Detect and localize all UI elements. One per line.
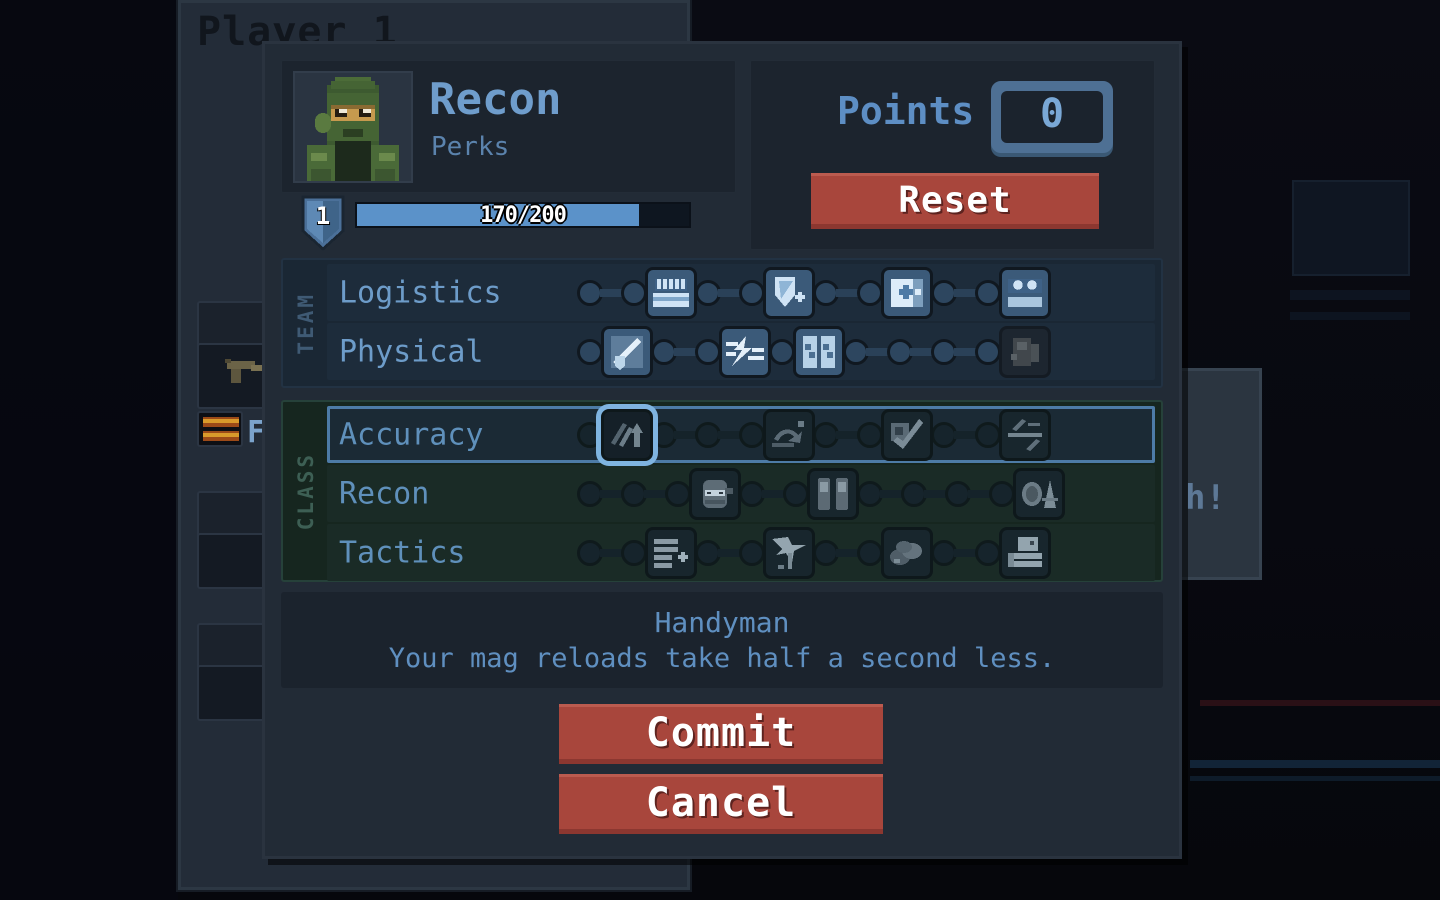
level-number: 1 — [315, 202, 331, 230]
perk-track — [577, 264, 1149, 321]
perk-description-body: Your mag reloads take half a second less… — [388, 643, 1056, 674]
body-armor-icon[interactable] — [793, 325, 845, 378]
class-rows: Accuracy Recon Tactics — [327, 406, 1155, 581]
shield-plus-icon[interactable] — [763, 266, 815, 319]
background-monitor — [1292, 180, 1410, 276]
perk-node[interactable] — [857, 279, 883, 306]
perk-row-accuracy[interactable]: Accuracy — [327, 406, 1155, 463]
perk-node[interactable] — [577, 338, 603, 365]
perk-node[interactable] — [975, 421, 1001, 448]
soldier-balaclava-portrait-icon — [295, 73, 411, 181]
scope-check-icon[interactable] — [881, 408, 933, 461]
perk-row-logistics[interactable]: Logistics — [327, 264, 1155, 321]
shield-sword-icon[interactable] — [601, 325, 653, 378]
perk-row-label: Physical — [339, 334, 484, 369]
cover-barricade-icon[interactable] — [999, 526, 1051, 579]
perk-node[interactable] — [857, 421, 883, 448]
medkit-icon[interactable] — [881, 266, 933, 319]
smoke-grenade-icon[interactable] — [881, 526, 933, 579]
background-blue-line-2 — [1190, 776, 1440, 781]
background-red-line — [1200, 700, 1440, 706]
recoil-icon[interactable] — [763, 408, 815, 461]
points-value: 0 — [1039, 91, 1065, 137]
perk-row-recon[interactable]: Recon — [327, 465, 1155, 522]
supply-drop-icon[interactable] — [999, 266, 1051, 319]
perks-dialog: Recon Perks 1 170/200 Points 0 Reset TEA… — [262, 41, 1182, 859]
ammo-crate-icon[interactable] — [645, 266, 697, 319]
commit-button[interactable]: Commit — [559, 704, 883, 764]
background-stripe-b — [1290, 312, 1410, 320]
perk-row-physical[interactable]: Physical — [327, 323, 1155, 380]
perk-node[interactable] — [975, 539, 1001, 566]
dialog-header: Recon Perks 1 170/200 Points 0 Reset — [281, 60, 1163, 251]
radar-antenna-icon[interactable] — [1013, 467, 1065, 520]
chat-bubble — [1172, 368, 1262, 580]
perks-dialog-body: Recon Perks 1 170/200 Points 0 Reset TEA… — [265, 44, 1179, 856]
xp-bar-label: 170/200 — [480, 203, 567, 228]
perk-node[interactable] — [739, 279, 765, 306]
perk-track — [577, 406, 1149, 463]
perk-row-label: Logistics — [339, 275, 502, 310]
class-section-tag: CLASS — [293, 402, 319, 580]
perk-node[interactable] — [739, 421, 765, 448]
perk-node[interactable] — [695, 338, 721, 365]
background-stripe-a — [1290, 290, 1410, 300]
team-section-tag-label: TEAM — [294, 291, 318, 355]
perk-row-tactics[interactable]: Tactics — [327, 524, 1155, 581]
bullets-up-icon[interactable] — [601, 408, 653, 461]
class-section: CLASS Accuracy Recon Tactics — [281, 400, 1163, 582]
perk-node[interactable] — [769, 338, 795, 365]
inventory-slot-ammo[interactable] — [197, 411, 243, 447]
sprint-lightning-icon[interactable] — [719, 325, 771, 378]
perk-description-panel: Handyman Your mag reloads take half a se… — [281, 592, 1163, 688]
perk-node[interactable] — [857, 539, 883, 566]
perk-track — [577, 465, 1149, 522]
perk-node[interactable] — [975, 338, 1001, 365]
perk-node[interactable] — [739, 539, 765, 566]
cancel-button[interactable]: Cancel — [559, 774, 883, 834]
spotter-face-icon[interactable] — [689, 467, 741, 520]
heavy-gear-icon[interactable] — [999, 325, 1051, 378]
class-section-tag-label: CLASS — [294, 451, 318, 531]
perk-description-title: Handyman — [654, 606, 790, 639]
background-blue-line — [1190, 760, 1440, 768]
perk-node[interactable] — [621, 539, 647, 566]
perk-row-label: Accuracy — [339, 417, 484, 452]
perk-node[interactable] — [783, 480, 809, 507]
bullet-trail-icon[interactable] — [999, 408, 1051, 461]
perk-node[interactable] — [621, 279, 647, 306]
perk-node[interactable] — [577, 421, 603, 448]
perk-row-label: Tactics — [339, 535, 466, 570]
avatar — [293, 71, 413, 183]
perk-node[interactable] — [665, 480, 691, 507]
character-name: Recon — [429, 74, 562, 125]
character-subtitle: Perks — [431, 132, 510, 162]
twin-magazines-icon[interactable] — [807, 467, 859, 520]
team-rows: Logistics Physical — [327, 264, 1155, 382]
perk-node[interactable] — [975, 279, 1001, 306]
reset-button[interactable]: Reset — [811, 173, 1099, 229]
background-left-dark — [0, 0, 178, 900]
screen-root: h! Player 1 F Recon Perks 1 170/200 Poin… — [0, 0, 1440, 900]
team-section: TEAM Logistics Physical — [281, 258, 1163, 388]
airstrike-icon[interactable] — [763, 526, 815, 579]
character-summary: Recon Perks 1 170/200 — [281, 60, 736, 251]
perk-node[interactable] — [989, 480, 1015, 507]
perk-track — [577, 524, 1149, 581]
chat-bubble-text: h! — [1185, 478, 1226, 518]
perk-row-label: Recon — [339, 476, 430, 511]
points-label: Points — [837, 89, 975, 133]
team-section-tag: TEAM — [293, 260, 319, 386]
orders-list-plus-icon[interactable] — [645, 526, 697, 579]
points-panel: Points 0 Reset — [750, 60, 1155, 250]
perk-track — [577, 323, 1149, 380]
ammo-icon — [203, 417, 239, 441]
